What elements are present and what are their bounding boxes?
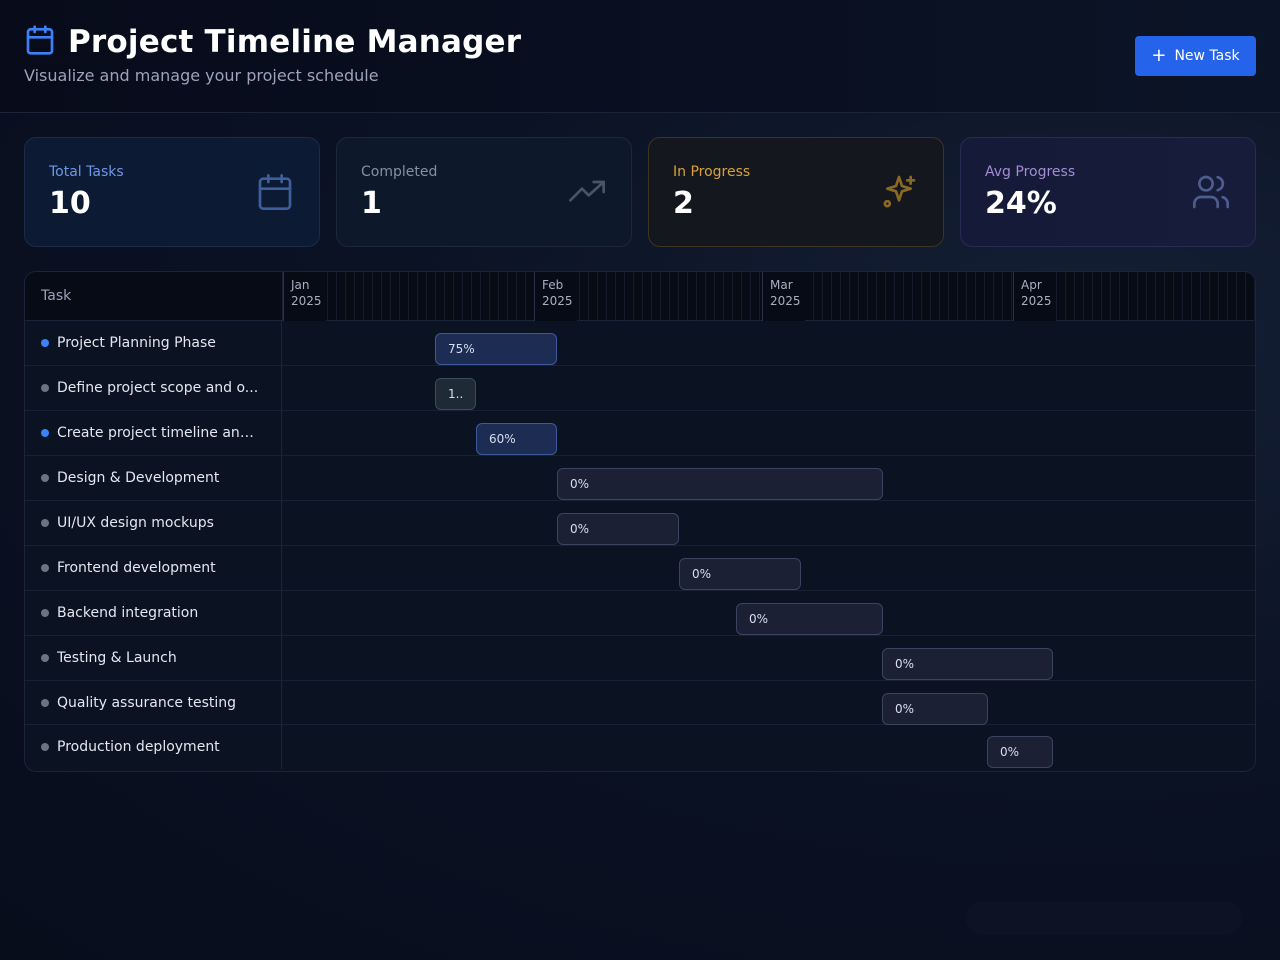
task-progress-label: 60% [489,432,516,446]
status-dot [41,519,49,527]
task-name: Production deployment [57,739,220,755]
status-dot [41,654,49,662]
task-name: Testing & Launch [57,650,177,666]
stat-label: Avg Progress [985,164,1076,180]
task-name-cell: Production deployment [25,725,282,769]
task-progress-label: 0% [749,612,769,626]
task-progress-label: 75% [448,342,475,356]
task-progress-label: 0% [895,657,915,671]
task-bar[interactable]: 0% [736,603,883,635]
task-row[interactable]: Quality assurance testing 0% [25,681,1255,725]
new-task-button[interactable]: + New Task [1135,36,1256,76]
task-name: Backend integration [57,605,199,621]
task-name-cell: Backend integration [25,591,282,635]
task-row[interactable]: Define project scope and o... 1.. [25,366,1255,411]
task-row[interactable]: Backend integration 0% [25,591,1255,636]
status-dot [41,339,49,347]
calendar-icon [24,24,56,60]
task-bar[interactable]: 1.. [435,378,476,410]
task-row[interactable]: Production deployment 0% [25,725,1255,769]
task-progress-label: 0% [1000,745,1020,759]
task-name-cell: Create project timeline and... [25,411,282,455]
status-dot [41,698,49,707]
task-name-cell: Define project scope and o... [25,366,282,410]
status-dot [41,564,49,572]
task-bar[interactable]: 0% [557,513,679,545]
task-bar[interactable]: 0% [882,648,1053,680]
task-name: Project Planning Phase [57,335,216,351]
month-header-apr: Apr 2025 [1013,272,1056,321]
stat-value: 1 [361,186,382,221]
task-name-cell: Frontend development [25,546,282,590]
page-subtitle: Visualize and manage your project schedu… [24,66,379,85]
plus-icon: + [1151,45,1167,66]
status-dot [41,384,49,392]
task-name: Define project scope and o... [57,380,259,396]
gantt-chart: Task Jan 2025 Feb 2025 Mar 2025 Apr 2025… [24,271,1256,772]
month-header-mar: Mar 2025 [762,272,805,321]
stat-value: 24% [985,186,1057,221]
stat-label: Total Tasks [49,164,124,180]
calendar-icon [258,174,292,210]
task-name: UI/UX design mockups [57,515,214,531]
title-row: Project Timeline Manager [24,24,521,60]
page-header: Project Timeline Manager Visualize and m… [0,0,1280,113]
status-dot [41,609,49,617]
stat-value: 10 [49,186,91,221]
status-dot [41,743,49,751]
stat-card-completed: Completed 1 [336,137,632,247]
stat-label: In Progress [673,164,751,180]
task-progress-label: 1.. [448,387,464,401]
task-bar[interactable]: 75% [435,333,557,365]
stat-value: 2 [673,186,694,221]
task-name-cell: Project Planning Phase [25,321,282,365]
task-progress-label: 0% [895,702,915,716]
task-progress-label: 0% [570,477,590,491]
gantt-header: Task Jan 2025 Feb 2025 Mar 2025 Apr 2025 [25,272,1255,321]
task-bar[interactable]: 0% [882,693,988,725]
task-row[interactable]: Create project timeline and... 60% [25,411,1255,456]
task-progress-label: 0% [692,567,712,581]
month-header-jan: Jan 2025 [283,272,326,321]
task-name-cell: Quality assurance testing [25,681,282,724]
trending-up-icon [569,180,605,202]
task-progress-label: 0% [570,522,590,536]
task-name-cell: Design & Development [25,456,282,500]
timeline-header: Jan 2025 Feb 2025 Mar 2025 Apr 2025 [282,272,1255,321]
task-bar[interactable]: 0% [679,558,801,590]
task-name: Design & Development [57,470,220,486]
task-row[interactable]: Design & Development 0% [25,456,1255,501]
stat-label: Completed [361,164,438,180]
users-icon [1193,175,1230,209]
stat-card-total-tasks: Total Tasks 10 [24,137,320,247]
task-row[interactable]: Project Planning Phase 75% [25,321,1255,366]
status-dot [41,429,49,437]
task-bar[interactable]: 60% [476,423,557,455]
stat-card-avg-progress: Avg Progress 24% [960,137,1256,247]
status-dot [41,474,49,482]
task-row[interactable]: UI/UX design mockups 0% [25,501,1255,546]
task-column-header: Task [41,288,72,304]
task-name-cell: UI/UX design mockups [25,501,282,545]
page-title: Project Timeline Manager [68,24,522,60]
task-row[interactable]: Frontend development 0% [25,546,1255,591]
task-name-cell: Testing & Launch [25,636,282,680]
task-bar[interactable]: 0% [557,468,883,500]
stat-card-in-progress: In Progress 2 [648,137,944,247]
month-header-feb: Feb 2025 [534,272,577,321]
task-bar[interactable]: 0% [987,736,1053,768]
task-name: Create project timeline and... [57,425,262,441]
sparkles-icon [883,175,916,208]
new-task-label: New Task [1174,48,1240,64]
task-name: Frontend development [57,560,216,576]
task-row[interactable]: Testing & Launch 0% [25,636,1255,681]
task-name: Quality assurance testing [57,694,237,711]
faded-toast [966,901,1242,935]
